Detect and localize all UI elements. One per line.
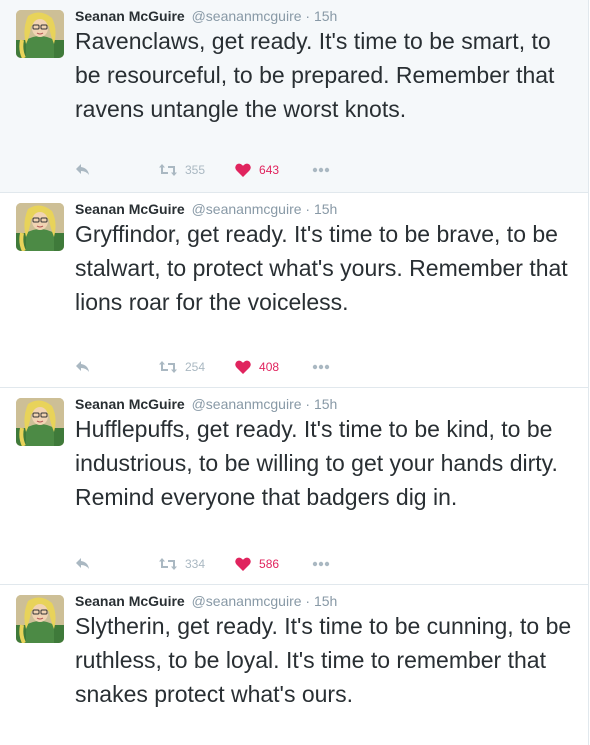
retweet-icon — [159, 164, 177, 176]
reply-icon — [76, 558, 89, 569]
heart-icon — [235, 360, 251, 374]
author-name[interactable]: Seanan McGuire — [75, 8, 185, 24]
more-icon — [312, 364, 330, 370]
like-button[interactable]: 643 — [235, 163, 279, 177]
tweet-header: Seanan McGuire @seananmcguire · 15h — [75, 7, 337, 25]
avatar[interactable] — [16, 10, 64, 58]
retweet-icon — [159, 558, 177, 570]
heart-icon — [235, 163, 251, 177]
author-name[interactable]: Seanan McGuire — [75, 593, 185, 609]
reply-icon — [76, 164, 89, 175]
author-handle[interactable]: @seananmcguire — [192, 8, 302, 24]
avatar[interactable] — [16, 595, 64, 643]
separator: · — [305, 396, 311, 412]
tweet-header: Seanan McGuire @seananmcguire · 15h — [75, 200, 337, 218]
more-button[interactable] — [312, 364, 330, 370]
separator: · — [305, 593, 311, 609]
tweet-header: Seanan McGuire @seananmcguire · 15h — [75, 592, 337, 610]
more-button[interactable] — [312, 561, 330, 567]
like-count: 408 — [259, 360, 280, 374]
author-handle[interactable]: @seananmcguire — [192, 593, 302, 609]
tweet-text: Hufflepuffs, get ready. It's time to be … — [75, 416, 558, 510]
timestamp[interactable]: 15h — [314, 593, 337, 609]
like-count: 643 — [259, 163, 280, 177]
more-icon — [312, 167, 330, 173]
separator: · — [305, 8, 311, 24]
tweet-text: Ravenclaws, get ready. It's time to be s… — [75, 28, 555, 122]
tweet-actions: 355 643 — [75, 160, 330, 180]
tweet-text: Gryffindor, get ready. It's time to be b… — [75, 221, 568, 315]
retweet-count: 355 — [185, 163, 206, 177]
author-name[interactable]: Seanan McGuire — [75, 201, 185, 217]
heart-icon — [235, 557, 251, 571]
reply-button[interactable] — [75, 360, 95, 374]
timestamp[interactable]: 15h — [314, 201, 337, 217]
reply-button[interactable] — [75, 557, 95, 571]
tweet-text: Slytherin, get ready. It's time to be cu… — [75, 613, 572, 707]
more-icon — [312, 561, 330, 567]
tweet[interactable]: Seanan McGuire @seananmcguire · 15h Slyt… — [0, 585, 589, 745]
timestamp[interactable]: 15h — [314, 396, 337, 412]
separator: · — [305, 201, 311, 217]
tweet-header: Seanan McGuire @seananmcguire · 15h — [75, 395, 337, 413]
author-handle[interactable]: @seananmcguire — [192, 201, 302, 217]
like-button[interactable]: 408 — [235, 360, 279, 374]
tweet[interactable]: Seanan McGuire @seananmcguire · 15h Huff… — [0, 388, 589, 585]
author-handle[interactable]: @seananmcguire — [192, 396, 302, 412]
tweet-actions: 254 408 — [75, 357, 330, 377]
retweet-button[interactable]: 254 — [159, 360, 205, 374]
retweet-button[interactable]: 355 — [159, 163, 205, 177]
like-button[interactable]: 586 — [235, 557, 279, 571]
tweet[interactable]: Seanan McGuire @seananmcguire · 15h Rave… — [0, 0, 589, 193]
author-name[interactable]: Seanan McGuire — [75, 396, 185, 412]
tweet-actions: 334 586 — [75, 554, 330, 574]
retweet-count: 334 — [185, 557, 206, 571]
retweet-button[interactable]: 334 — [159, 557, 205, 571]
tweet[interactable]: Seanan McGuire @seananmcguire · 15h Gryf… — [0, 193, 589, 388]
retweet-icon — [159, 361, 177, 373]
timestamp[interactable]: 15h — [314, 8, 337, 24]
avatar[interactable] — [16, 203, 64, 251]
reply-icon — [76, 361, 89, 372]
reply-button[interactable] — [75, 163, 95, 177]
retweet-count: 254 — [185, 360, 206, 374]
more-button[interactable] — [312, 167, 330, 173]
avatar[interactable] — [16, 398, 64, 446]
like-count: 586 — [259, 557, 280, 571]
